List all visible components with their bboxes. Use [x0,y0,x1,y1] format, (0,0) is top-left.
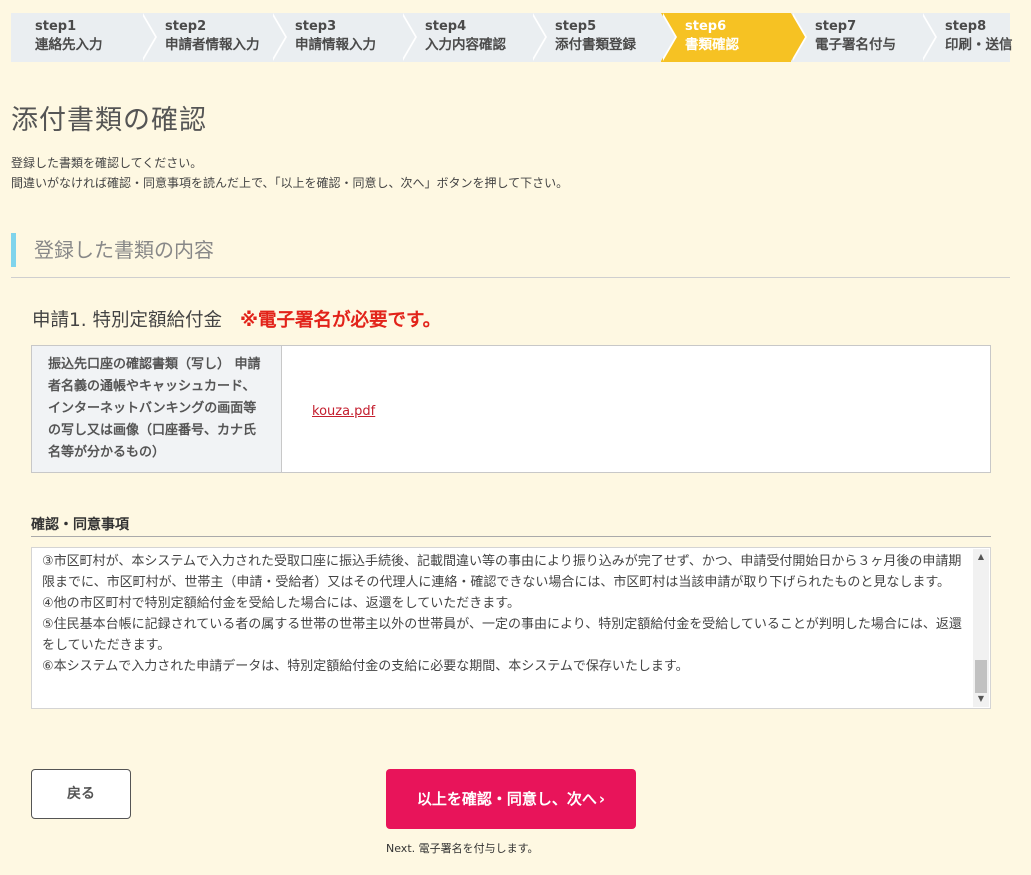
application-name: 申請1. 特別定額給付金 [32,310,223,331]
back-button[interactable]: 戻る [31,769,131,819]
consent-item-3: ③市区町村が、本システムで入力された受取口座に振込手続後、記載間違い等の事由によ… [42,554,962,590]
step-7: step7 電子署名付与 [791,13,937,62]
step-number: step5 [555,19,597,34]
intro-text: 登録した書類を確認してください。 間違いがなければ確認・同意事項を読んだ上で、「… [11,153,568,193]
document-label: 振込先口座の確認書類（写し） 申請者名義の通帳やキャッシュカード、インターネット… [31,345,282,473]
step-name: 申請者情報入力 [165,37,260,53]
step-5: step5 添付書類登録 [531,13,677,62]
signature-required-warning: ※電子署名が必要です。 [240,310,442,331]
consent-text: ③市区町村が、本システムで入力された受取口座に振込手続後、記載間違い等の事由によ… [32,548,972,677]
document-file-cell: kouza.pdf [281,345,991,473]
step-3: step3 申請情報入力 [271,13,417,62]
step-number: step7 [815,19,857,34]
step-name: 連絡先入力 [35,37,103,53]
consent-item-5: ⑤住民基本台帳に記録されている者の属する世帯の世帯主以外の世帯員が、一定の事由に… [42,617,962,653]
step-4: step4 入力内容確認 [401,13,547,62]
section-divider [11,277,1010,278]
page: step1 連絡先入力 step2 申請者情報入力 step3 申請情報入力 step4 入力… [0,0,1031,875]
step-number: step3 [295,19,337,34]
chevron-right-icon: › [598,790,606,808]
step-name: 入力内容確認 [425,37,506,53]
consent-item-4: ④他の市区町村で特別定額給付金を受給した場合には、返還をしていただきます。 [42,596,520,611]
section-heading: 登録した書類の内容 [11,233,214,267]
documents-table: 振込先口座の確認書類（写し） 申請者名義の通帳やキャッシュカード、インターネット… [31,345,991,473]
scroll-down-icon[interactable]: ▼ [973,691,989,707]
step-8: step8 印刷・送信 [921,13,1031,62]
page-title: 添付書類の確認 [11,105,207,136]
step-2: step2 申請者情報入力 [141,13,287,62]
step-name: 添付書類登録 [555,37,636,53]
consent-item-6: ⑥本システムで入力された申請データは、特別定額給付金の支給に必要な期間、本システ… [42,659,689,674]
step-number: step6 [685,19,727,34]
document-file-link[interactable]: kouza.pdf [312,404,375,419]
step-name: 印刷・送信 [945,37,1013,53]
confirm-next-button[interactable]: 以上を確認・同意し、次へ › [386,769,636,829]
step-name: 電子署名付与 [815,37,896,53]
confirm-next-label: 以上を確認・同意し、次へ [416,790,597,808]
consent-textbox[interactable]: ③市区町村が、本システムで入力された受取口座に振込手続後、記載間違い等の事由によ… [31,547,991,709]
step-name: 申請情報入力 [295,37,376,53]
step-progress-bar: step1 連絡先入力 step2 申請者情報入力 step3 申請情報入力 step4 入力… [11,13,1013,62]
intro-line-1: 登録した書類を確認してください。 [11,156,203,170]
consent-scrollbar[interactable]: ▲ ▼ [973,549,989,707]
table-row: 振込先口座の確認書類（写し） 申請者名義の通帳やキャッシュカード、インターネット… [31,345,991,473]
scrollbar-thumb[interactable] [975,660,987,693]
step-6-current: step6 書類確認 [661,13,807,62]
consent-heading: 確認・同意事項 [31,514,991,537]
next-step-note: Next. 電子署名を付与します。 [386,842,539,855]
step-name: 書類確認 [685,37,739,53]
step-1: step1 連絡先入力 [11,13,157,62]
intro-line-2: 間違いがなければ確認・同意事項を読んだ上で、「以上を確認・同意し、次へ」ボタンを… [11,176,569,190]
step-number: step4 [425,19,467,34]
application-title: 申請1. 特別定額給付金 ※電子署名が必要です。 [32,306,441,332]
step-number: step1 [35,19,77,34]
step-number: step2 [165,19,207,34]
step-number: step8 [945,19,987,34]
scroll-up-icon[interactable]: ▲ [973,549,989,565]
